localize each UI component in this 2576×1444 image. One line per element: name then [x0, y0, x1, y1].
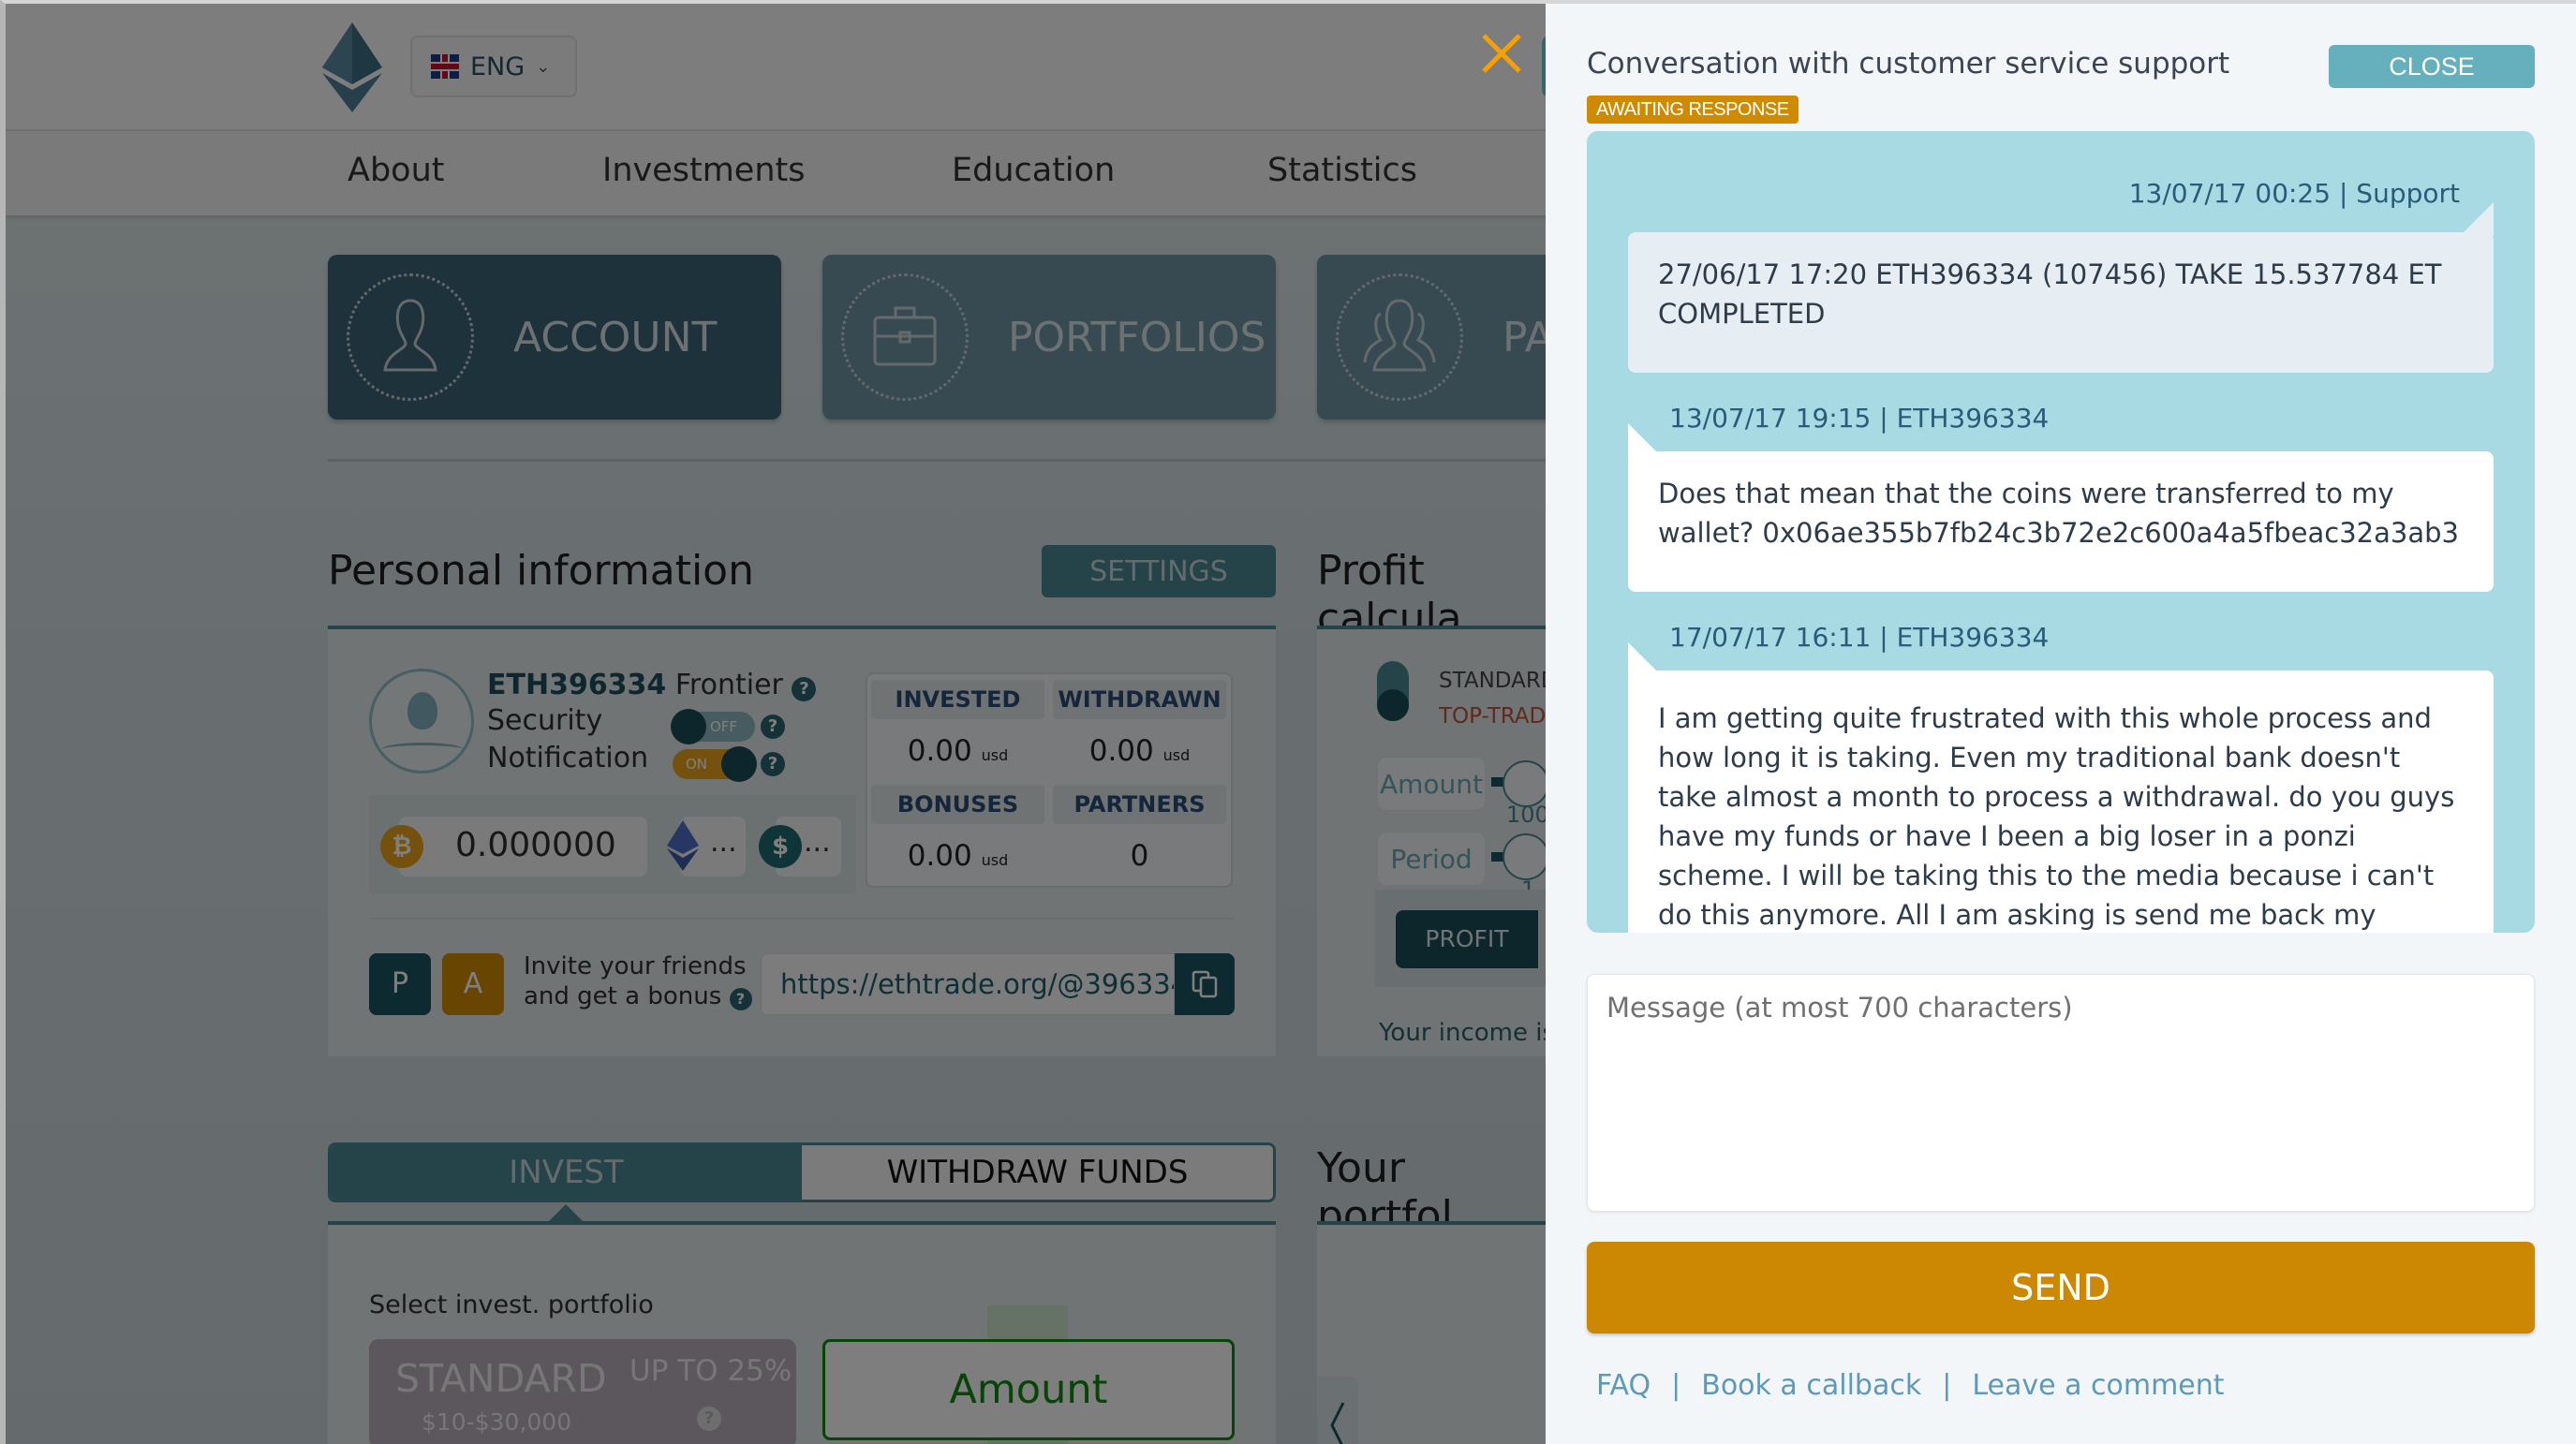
message-text: 27/06/17 17:20 ETH396334 (107456) TAKE 1… [1658, 258, 2442, 330]
message-text: Does that mean that the coins were trans… [1658, 478, 2459, 549]
faq-link[interactable]: FAQ [1596, 1369, 1651, 1402]
message-meta: 13/07/17 19:15 | ETH396334 [1669, 403, 2050, 434]
link-separator: | [1942, 1369, 1952, 1402]
message-bubble-user: Does that mean that the coins were trans… [1628, 451, 2494, 592]
leave-comment-link[interactable]: Leave a comment [1972, 1369, 2224, 1402]
send-button[interactable]: SEND [1587, 1242, 2535, 1333]
close-button[interactable]: CLOSE [2329, 45, 2535, 88]
background-page: ENG ⌄ About Investments Education Statis… [0, 0, 1546, 1444]
link-separator: | [1671, 1369, 1681, 1402]
close-x-icon[interactable] [1478, 30, 1525, 77]
message-meta: 13/07/17 00:25 | Support [2128, 178, 2460, 209]
book-callback-link[interactable]: Book a callback [1701, 1369, 1921, 1402]
message-text: I am getting quite frustrated with this … [1658, 702, 2455, 931]
bubble-tail [2460, 202, 2494, 236]
support-title: Conversation with customer service suppo… [1587, 47, 2230, 81]
message-bubble-user: I am getting quite frustrated with this … [1628, 670, 2494, 933]
message-input[interactable] [1587, 974, 2535, 1212]
message-meta: 17/07/17 16:11 | ETH396334 [1669, 622, 2050, 653]
modal-backdrop[interactable] [6, 4, 1546, 1444]
status-badge: AWAITING RESPONSE [1587, 96, 1799, 124]
chat-history[interactable]: 13/07/17 00:25 | Support 27/06/17 17:20 … [1587, 131, 2535, 933]
support-panel: Conversation with customer service suppo… [1546, 0, 2576, 1444]
support-links: FAQ | Book a callback | Leave a comment [1596, 1369, 2225, 1402]
message-bubble-support: 27/06/17 17:20 ETH396334 (107456) TAKE 1… [1628, 232, 2494, 373]
